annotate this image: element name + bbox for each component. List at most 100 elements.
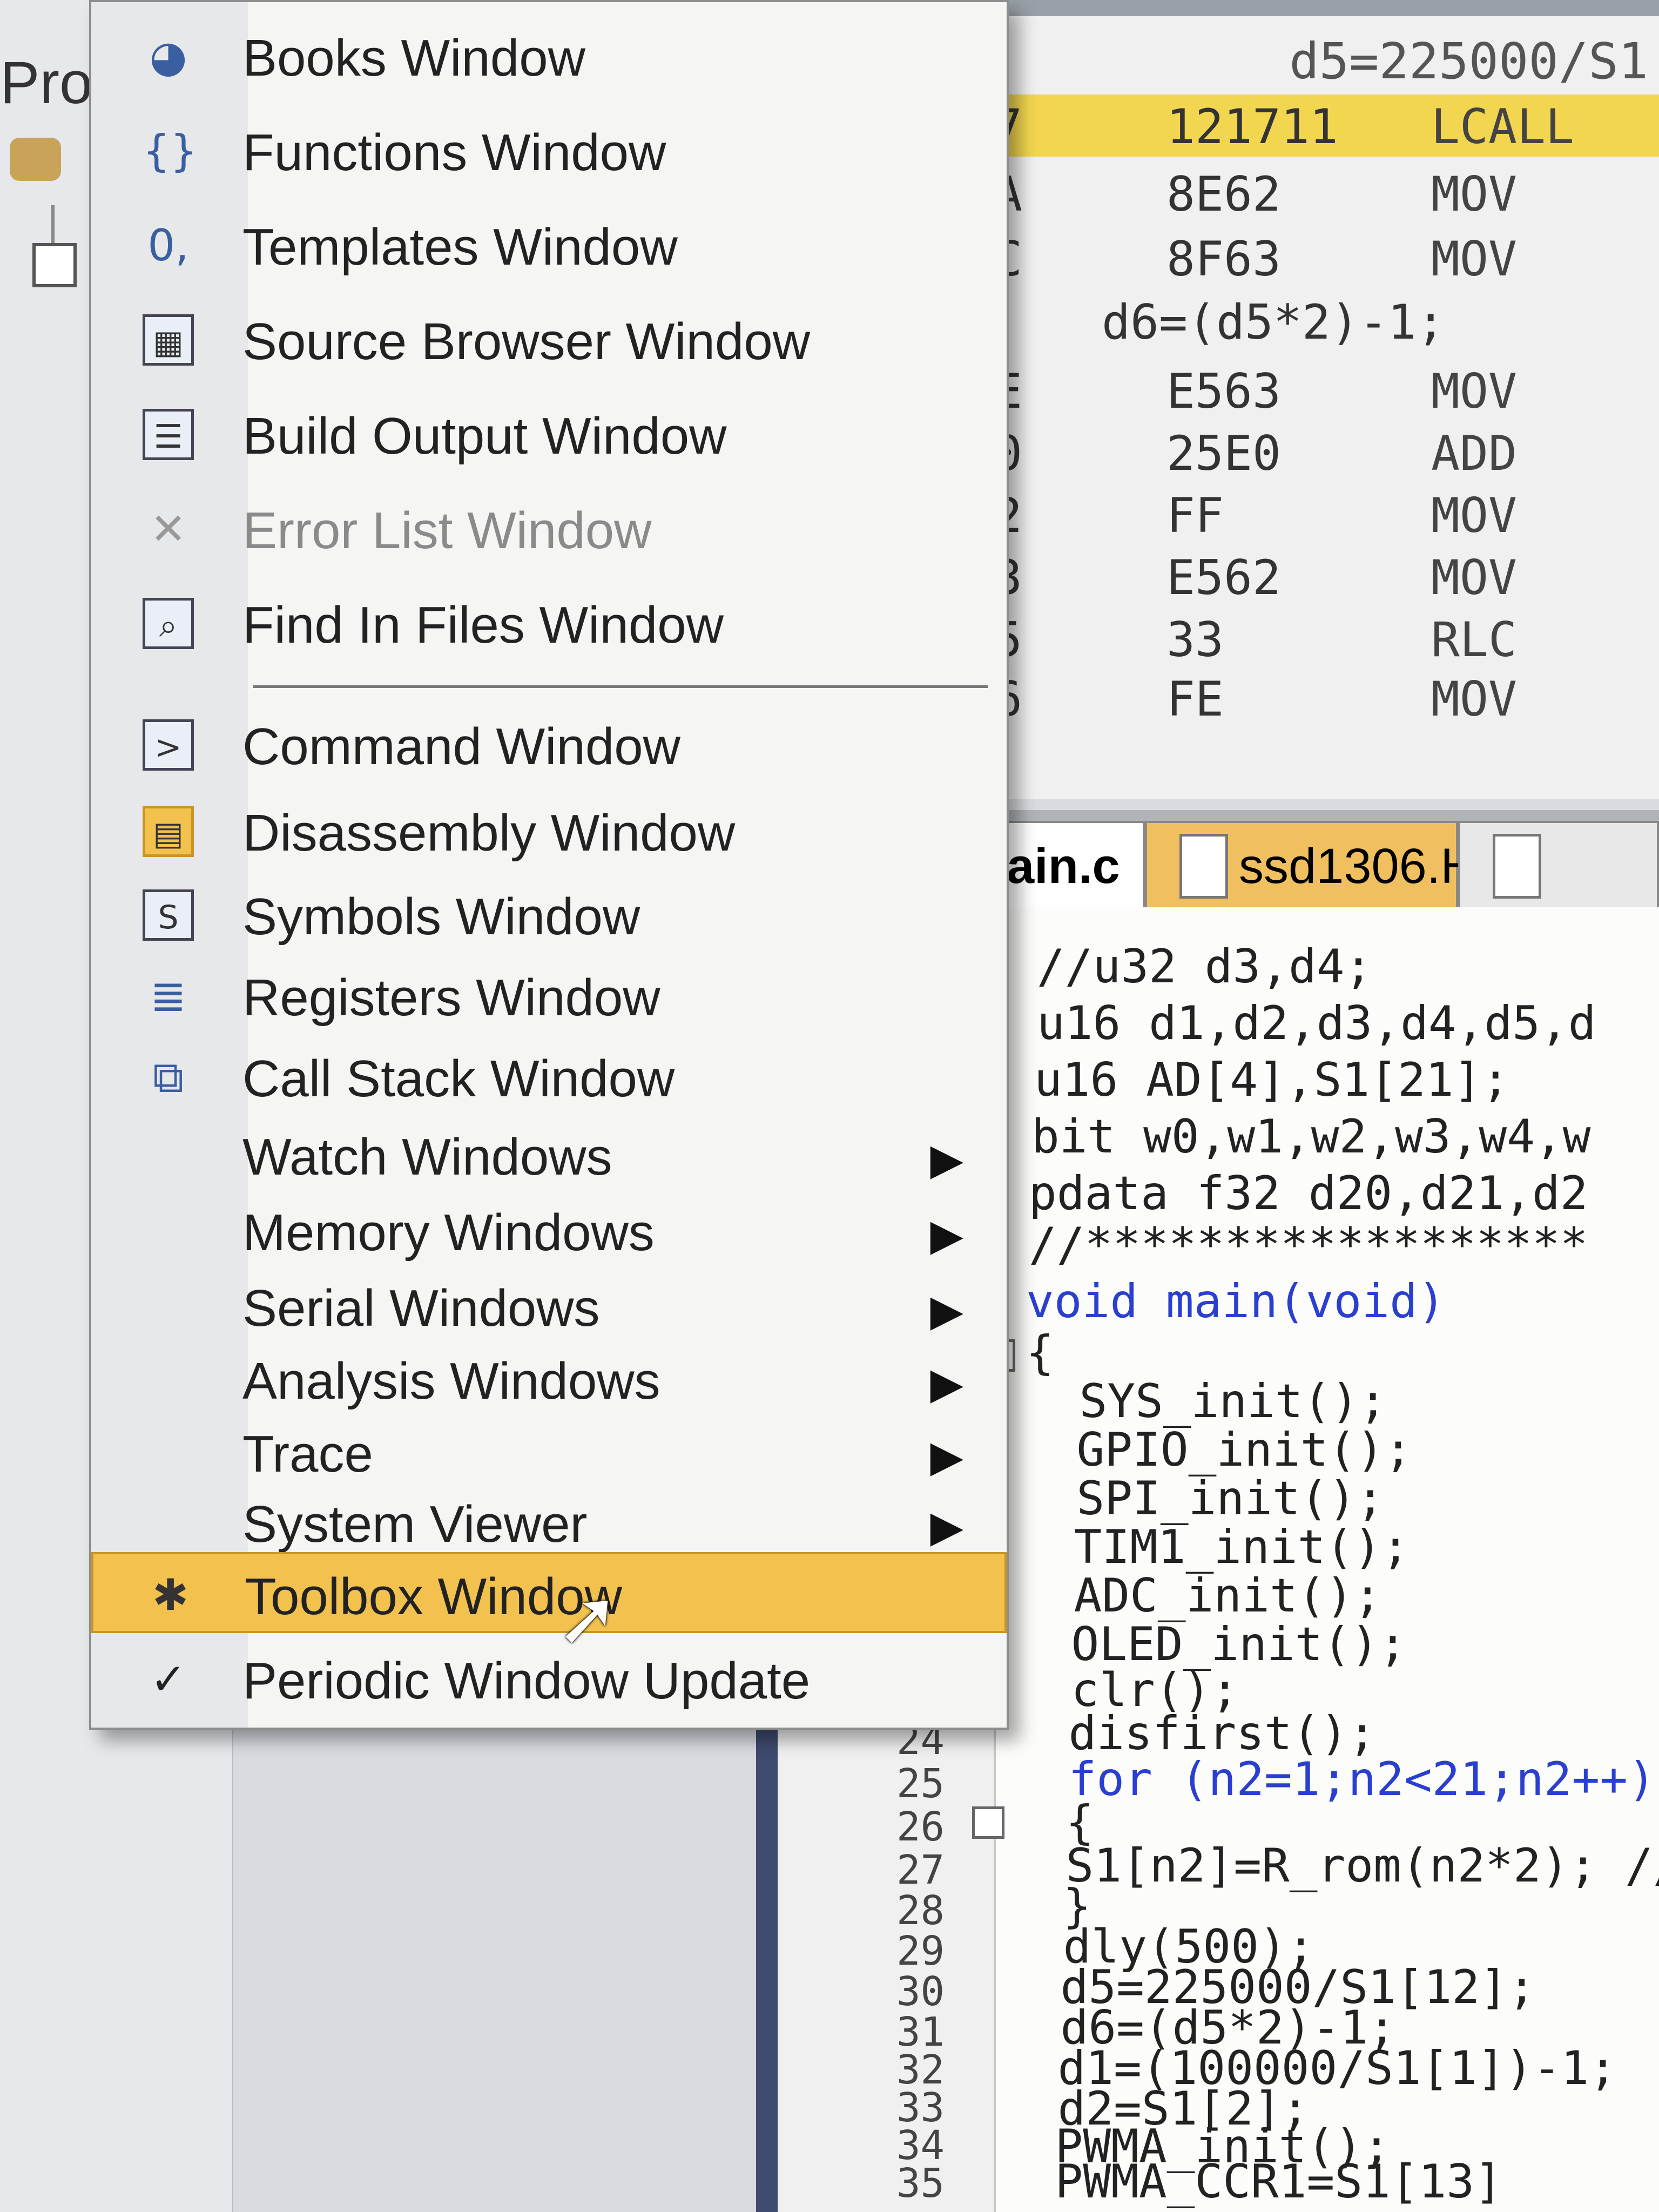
document-icon: [1179, 834, 1228, 899]
disassembly-row[interactable]: 0 25E0 ADD: [983, 421, 1659, 483]
disasm-opcode: 121711: [1166, 99, 1338, 154]
menu-item-label: Trace: [242, 1425, 373, 1483]
functions-icon: {}: [143, 126, 198, 176]
menu-item-disassembly-window[interactable]: ▤ Disassembly Window: [91, 791, 1007, 872]
menu-item-label: System Viewer: [242, 1495, 588, 1553]
menu-item-build-output-window[interactable]: ☰ Build Output Window: [91, 394, 1007, 475]
tab-next[interactable]: [1458, 821, 1659, 907]
view-menu: ◕ Books Window {} Functions Window 0, Te…: [89, 0, 1009, 1730]
disasm-mnemonic: ADD: [1431, 426, 1517, 481]
menu-item-label: Functions Window: [242, 124, 666, 181]
line-number: 28: [896, 1887, 945, 1934]
disassembly-row[interactable]: 3 E562 MOV: [983, 545, 1659, 608]
disasm-mnemonic: MOV: [1431, 231, 1517, 287]
submenu-arrow-icon: ▶: [930, 1432, 963, 1480]
templates-icon: 0,: [147, 220, 189, 271]
tree-line: [51, 205, 55, 243]
project-folder-icon[interactable]: [10, 138, 61, 181]
disassembly-row[interactable]: C 8F63 MOV: [983, 227, 1659, 289]
code-line: SYS_init();: [1023, 1374, 1387, 1428]
find-in-files-icon: ⌕: [143, 598, 194, 649]
menu-item-functions-window[interactable]: {} Functions Window: [91, 110, 1007, 191]
disasm-opcode: 8E62: [1166, 166, 1281, 222]
build-output-icon: ☰: [143, 409, 194, 460]
disasm-mnemonic: RLC: [1431, 612, 1517, 667]
disassembly-row[interactable]: 5 33 RLC: [983, 608, 1659, 670]
registers-icon: ≣: [150, 971, 187, 1021]
menu-item-label: Watch Windows: [242, 1128, 612, 1186]
menu-separator: [253, 685, 988, 688]
menu-item-label: Books Window: [242, 29, 585, 87]
code-line: u16 AD[4],S1[21];: [1034, 1053, 1510, 1107]
menu-item-templates-window[interactable]: 0, Templates Window: [91, 205, 1007, 286]
toolbox-icon: ✱: [152, 1570, 189, 1620]
line-number: 26: [896, 1804, 945, 1850]
disassembly-row[interactable]: 2 FF MOV: [983, 483, 1659, 545]
menu-item-analysis-windows[interactable]: Analysis Windows ▶: [91, 1339, 1007, 1420]
code-line: ADC_init();: [1018, 1569, 1382, 1623]
submenu-arrow-icon: ▶: [930, 1502, 963, 1550]
code-line: //******************: [1029, 1218, 1588, 1272]
menu-item-label: Error List Window: [242, 502, 652, 559]
code-line: SPI_init();: [1021, 1472, 1385, 1526]
menu-item-registers-window[interactable]: ≣ Registers Window: [91, 955, 1007, 1036]
editor-sidebar-strip: [756, 1685, 778, 2212]
menu-item-label: Memory Windows: [242, 1204, 655, 1262]
disassembly-row[interactable]: 6 FE MOV: [983, 667, 1659, 729]
code-line: //u32 d3,d4;: [1037, 940, 1373, 994]
command-icon: >: [143, 719, 194, 771]
submenu-arrow-icon: ▶: [930, 1359, 963, 1407]
disassembly-row[interactable]: E E563 MOV: [983, 359, 1659, 421]
menu-item-label: Command Window: [242, 718, 680, 775]
menu-item-label: Templates Window: [242, 218, 678, 276]
disasm-opcode: E562: [1166, 550, 1281, 605]
disasm-mnemonic: MOV: [1431, 363, 1517, 419]
tab-label: ssd1306.H: [1239, 839, 1476, 894]
call-stack-icon: ⧉: [152, 1052, 184, 1102]
menu-item-symbols-window[interactable]: S Symbols Window: [91, 874, 1007, 955]
menu-item-command-window[interactable]: > Command Window: [91, 704, 1007, 785]
menu-item-periodic-window-update[interactable]: ✓ Periodic Window Update: [91, 1638, 1007, 1719]
disasm-opcode: 25E0: [1166, 426, 1281, 481]
code-line: for (n2=1;n2<21;n2++): [1013, 1752, 1656, 1806]
disassembly-header: [983, 0, 1659, 16]
disasm-mnemonic: MOV: [1431, 166, 1517, 222]
disasm-mnemonic: MOV: [1431, 488, 1517, 543]
menu-item-source-browser-window[interactable]: ▦ Source Browser Window: [91, 299, 1007, 380]
line-number: 29: [896, 1928, 945, 1974]
disassembly-row[interactable]: 7 121711 LCALL: [983, 95, 1659, 157]
disasm-mnemonic: LCALL: [1431, 99, 1574, 154]
menu-item-label: Call Stack Window: [242, 1050, 675, 1108]
menu-item-label: Periodic Window Update: [242, 1652, 811, 1710]
error-list-icon: ✕: [150, 504, 187, 554]
menu-item-books-window[interactable]: ◕ Books Window: [91, 16, 1007, 97]
disassembly-row[interactable]: A 8E62 MOV: [983, 162, 1659, 224]
tab-ssd1306-h[interactable]: ssd1306.H: [1145, 821, 1476, 907]
disasm-opcode: E563: [1166, 363, 1281, 419]
submenu-arrow-icon: ▶: [930, 1211, 963, 1259]
fold-collapse-icon[interactable]: [972, 1806, 1004, 1839]
menu-item-trace[interactable]: Trace ▶: [91, 1412, 1007, 1493]
disasm-opcode: 33: [1166, 612, 1224, 667]
submenu-arrow-icon: ▶: [930, 1135, 963, 1183]
line-number: 35: [896, 2160, 945, 2207]
menu-item-label: Find In Files Window: [242, 596, 724, 654]
editor-tab-bar: ain.c ssd1306.H: [983, 810, 1659, 907]
menu-item-serial-windows[interactable]: Serial Windows ▶: [91, 1266, 1007, 1347]
disasm-mnemonic: MOV: [1431, 550, 1517, 605]
menu-item-toolbox-window[interactable]: ✱ Toolbox Window: [91, 1552, 1007, 1633]
menu-item-memory-windows[interactable]: Memory Windows ▶: [91, 1190, 1007, 1271]
project-panel-title: Pro: [0, 50, 93, 116]
menu-item-watch-windows[interactable]: Watch Windows ▶: [91, 1115, 1007, 1196]
disassembly-window: d5=225000/S1 7 121711 LCALL A 8E62 MOV C…: [983, 0, 1659, 799]
menu-item-label: Serial Windows: [242, 1279, 600, 1337]
code-line: bit w0,w1,w2,w3,w4,w: [1031, 1110, 1591, 1164]
menu-item-call-stack-window[interactable]: ⧉ Call Stack Window: [91, 1036, 1007, 1117]
line-number: 25: [896, 1761, 945, 1807]
menu-item-system-viewer[interactable]: System Viewer ▶: [91, 1482, 1007, 1563]
disasm-opcode: 8F63: [1166, 231, 1281, 287]
line-number: 30: [896, 1968, 945, 2015]
menu-item-label: Disassembly Window: [242, 804, 736, 862]
menu-item-find-in-files-window[interactable]: ⌕ Find In Files Window: [91, 583, 1007, 664]
tree-collapse-icon[interactable]: [32, 243, 77, 287]
